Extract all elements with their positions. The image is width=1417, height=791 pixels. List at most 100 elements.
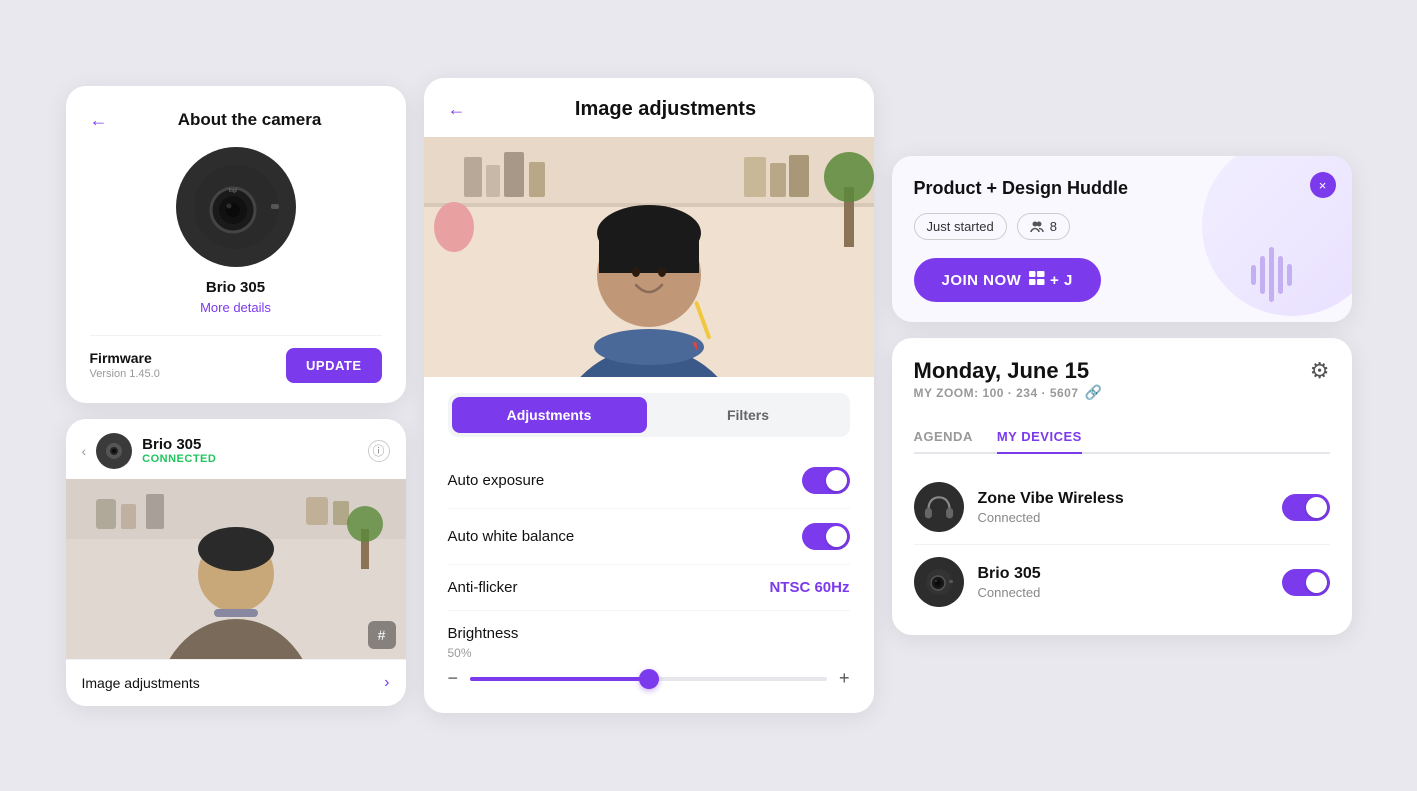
auto-white-balance-label: Auto white balance — [448, 528, 575, 545]
update-button[interactable]: UPDATE — [286, 348, 381, 383]
wave-bar-4 — [1278, 256, 1283, 294]
device-thumb-icon — [104, 441, 124, 461]
brightness-fill — [470, 677, 648, 681]
image-adjustments-row[interactable]: Image adjustments › — [66, 659, 406, 706]
camera-image-container: logi — [90, 147, 382, 267]
adjustments-tabs: Adjustments Filters — [448, 393, 850, 437]
participants-count: 8 — [1050, 219, 1057, 234]
connected-device-card: ‹ Brio 305 CONNECTED ⓘ — [66, 419, 406, 706]
video-preview-svg — [424, 137, 874, 377]
left-column: ← About the camera logi — [66, 86, 406, 706]
zoom-id: MY ZOOM: 100 · 234 · 5607 🔗 — [914, 384, 1103, 401]
about-camera-title: About the camera — [118, 110, 382, 130]
wave-bar-5 — [1287, 264, 1292, 286]
brio-icon — [914, 557, 964, 607]
back-arrow-icon[interactable]: ← — [90, 110, 108, 131]
brightness-header: Brightness — [448, 625, 850, 642]
meeting-participants-badge: 8 — [1017, 213, 1070, 240]
toggle-knob — [826, 470, 847, 491]
anti-flicker-value[interactable]: NTSC 60Hz — [769, 579, 849, 596]
close-meeting-button[interactable]: × — [1310, 172, 1336, 198]
join-now-button[interactable]: JOIN NOW + J — [914, 258, 1101, 302]
device-name-status: Brio 305 CONNECTED — [142, 436, 216, 465]
zoom-id-text: MY ZOOM: 100 · 234 · 5607 — [914, 386, 1079, 400]
auto-exposure-label: Auto exposure — [448, 472, 545, 489]
middle-column: ← Image adjustments — [424, 78, 874, 713]
calendar-tabs-row: AGENDA MY DEVICES — [914, 421, 1330, 454]
tab-my-devices[interactable]: MY DEVICES — [997, 421, 1082, 454]
hash-badge[interactable]: # — [368, 621, 396, 649]
nav-back-icon[interactable]: ‹ — [82, 443, 87, 459]
preview-svg — [66, 479, 406, 659]
tab-filters[interactable]: Filters — [651, 397, 846, 433]
about-camera-card: ← About the camera logi — [66, 86, 406, 403]
auto-white-balance-toggle[interactable] — [802, 523, 850, 550]
zone-vibe-name: Zone Vibe Wireless — [978, 490, 1268, 508]
brightness-slider-row: − + — [448, 668, 850, 689]
toggle-knob-2 — [826, 526, 847, 547]
brio-toggle-knob — [1306, 572, 1327, 593]
headphones-svg — [924, 492, 954, 522]
tab-adjustments[interactable]: Adjustments — [452, 397, 647, 433]
zone-vibe-toggle-knob — [1306, 497, 1327, 518]
firmware-info: Firmware Version 1.45.0 — [90, 350, 160, 380]
svg-text:logi: logi — [229, 188, 237, 194]
zone-vibe-status: Connected — [978, 510, 1268, 525]
right-column: × Product + Design Huddle Just started 8… — [892, 156, 1352, 635]
firmware-label: Firmware — [90, 350, 160, 366]
auto-exposure-row: Auto exposure — [448, 453, 850, 509]
chevron-right-icon: › — [384, 674, 389, 692]
connected-device-name: Brio 305 — [142, 436, 216, 453]
brio-toggle[interactable] — [1282, 569, 1330, 596]
tab-agenda[interactable]: AGENDA — [914, 421, 973, 454]
more-details-link[interactable]: More details — [90, 300, 382, 315]
auto-exposure-toggle[interactable] — [802, 467, 850, 494]
auto-white-balance-row: Auto white balance — [448, 509, 850, 565]
anti-flicker-row: Anti-flicker NTSC 60Hz — [448, 565, 850, 611]
info-icon[interactable]: ⓘ — [368, 440, 390, 462]
device-thumbnail — [96, 433, 132, 469]
participants-icon — [1030, 220, 1044, 234]
join-btn-shortcut: + J — [1029, 271, 1072, 289]
brightness-increase[interactable]: + — [839, 668, 850, 689]
adjustments-header: ← Image adjustments — [424, 78, 874, 137]
join-btn-label: JOIN NOW — [942, 272, 1022, 289]
calendar-card: Monday, June 15 MY ZOOM: 100 · 234 · 560… — [892, 338, 1352, 635]
brightness-track[interactable] — [470, 677, 827, 681]
calendar-date-section: Monday, June 15 MY ZOOM: 100 · 234 · 560… — [914, 358, 1103, 417]
brio-name: Brio 305 — [978, 565, 1268, 583]
adjustments-card: ← Image adjustments — [424, 78, 874, 713]
about-camera-header: ← About the camera — [90, 110, 382, 131]
brightness-section: Brightness 50% − + — [448, 611, 850, 693]
camera-preview: # — [66, 479, 406, 659]
headphones-icon — [914, 482, 964, 532]
brightness-percent: 50% — [448, 646, 850, 660]
settings-list: Auto exposure Auto white balance Anti-fl… — [424, 453, 874, 713]
zone-vibe-toggle[interactable] — [1282, 494, 1330, 521]
anti-flicker-label: Anti-flicker — [448, 579, 518, 596]
brio-status: Connected — [978, 585, 1268, 600]
adjustments-title: Image adjustments — [482, 98, 850, 121]
sound-wave — [1251, 247, 1292, 302]
brightness-decrease[interactable]: − — [448, 668, 459, 689]
zone-vibe-info: Zone Vibe Wireless Connected — [978, 490, 1268, 525]
meeting-title: Product + Design Huddle — [914, 178, 1134, 199]
meeting-card: × Product + Design Huddle Just started 8… — [892, 156, 1352, 322]
image-adjustments-label: Image adjustments — [82, 675, 200, 691]
wave-bar-1 — [1251, 265, 1256, 285]
calendar-header: Monday, June 15 MY ZOOM: 100 · 234 · 560… — [914, 358, 1330, 417]
settings-gear-icon[interactable]: ⚙ — [1310, 358, 1330, 384]
firmware-version: Version 1.45.0 — [90, 368, 160, 380]
brightness-label: Brightness — [448, 625, 519, 642]
brio-svg — [924, 567, 954, 597]
link-icon[interactable]: 🔗 — [1085, 384, 1103, 401]
device-row-brio: Brio 305 Connected — [914, 545, 1330, 619]
device-row-zone-vibe: Zone Vibe Wireless Connected — [914, 470, 1330, 545]
brightness-thumb[interactable] — [639, 669, 659, 689]
firmware-row: Firmware Version 1.45.0 UPDATE — [90, 335, 382, 383]
brio-info: Brio 305 Connected — [978, 565, 1268, 600]
connected-header: ‹ Brio 305 CONNECTED ⓘ — [66, 419, 406, 479]
adj-back-icon[interactable]: ← — [448, 99, 466, 120]
calendar-date: Monday, June 15 — [914, 358, 1103, 384]
windows-icon — [1029, 271, 1045, 285]
